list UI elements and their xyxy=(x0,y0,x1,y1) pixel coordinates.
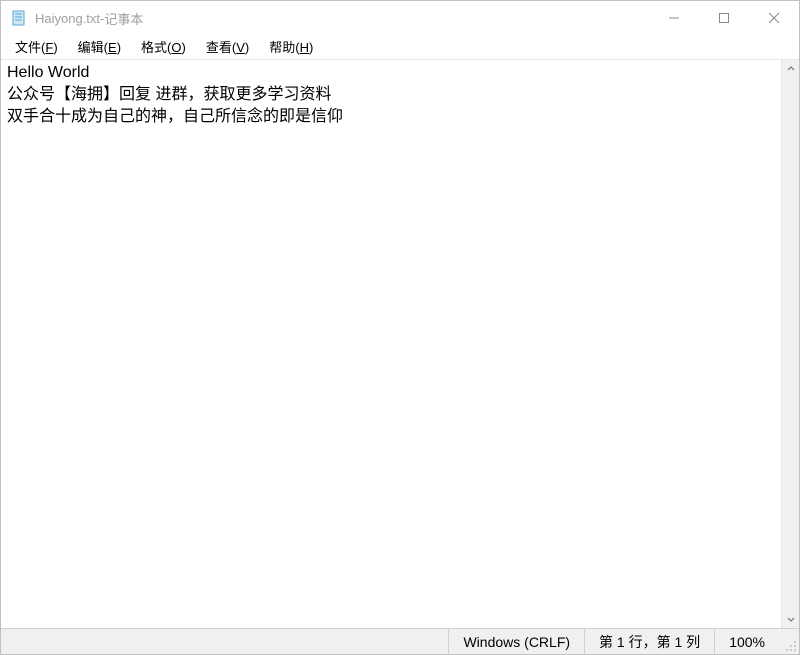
statusbar: Windows (CRLF) 第 1 行，第 1 列 100% xyxy=(1,628,799,654)
menu-edit[interactable]: 编辑(E) xyxy=(68,35,131,58)
text-editor[interactable]: Hello World 公众号【海拥】回复 进群，获取更多学习资料 双手合十成为… xyxy=(1,60,781,628)
close-button[interactable] xyxy=(749,1,799,35)
scroll-down-button[interactable] xyxy=(782,610,799,628)
status-spacer xyxy=(1,629,448,654)
text-line: 双手合十成为自己的神，自己所信念的即是信仰 xyxy=(7,108,343,125)
window-title-appname: 记事本 xyxy=(104,9,143,28)
text-line: 公众号【海拥】回复 进群，获取更多学习资料 xyxy=(7,86,331,103)
status-encoding: Windows (CRLF) xyxy=(448,629,584,654)
menu-format[interactable]: 格式(O) xyxy=(131,35,196,58)
menu-file[interactable]: 文件(F) xyxy=(5,35,68,58)
app-icon xyxy=(11,10,27,26)
status-position: 第 1 行，第 1 列 xyxy=(584,629,714,654)
chevron-down-icon xyxy=(787,615,795,623)
window-title-filename: Haiyong.txt xyxy=(35,11,100,26)
vertical-scrollbar[interactable] xyxy=(781,60,799,628)
minimize-icon xyxy=(668,12,680,24)
resize-grip[interactable] xyxy=(779,629,799,654)
window-controls xyxy=(649,1,799,35)
scroll-up-button[interactable] xyxy=(782,60,799,78)
content-area: Hello World 公众号【海拥】回复 进群，获取更多学习资料 双手合十成为… xyxy=(1,59,799,628)
titlebar[interactable]: Haiyong.txt - 记事本 xyxy=(1,1,799,35)
maximize-icon xyxy=(718,12,730,24)
grip-icon xyxy=(785,640,797,652)
notepad-window: Haiyong.txt - 记事本 文件(F) 编辑(E) 格式(O) 查看(V… xyxy=(0,0,800,655)
menu-help[interactable]: 帮助(H) xyxy=(259,35,323,58)
close-icon xyxy=(768,12,780,24)
minimize-button[interactable] xyxy=(649,1,699,35)
maximize-button[interactable] xyxy=(699,1,749,35)
text-line: Hello World xyxy=(7,64,89,81)
menu-view[interactable]: 查看(V) xyxy=(196,35,259,58)
status-zoom: 100% xyxy=(714,629,779,654)
menubar: 文件(F) 编辑(E) 格式(O) 查看(V) 帮助(H) xyxy=(1,35,799,59)
chevron-up-icon xyxy=(787,65,795,73)
